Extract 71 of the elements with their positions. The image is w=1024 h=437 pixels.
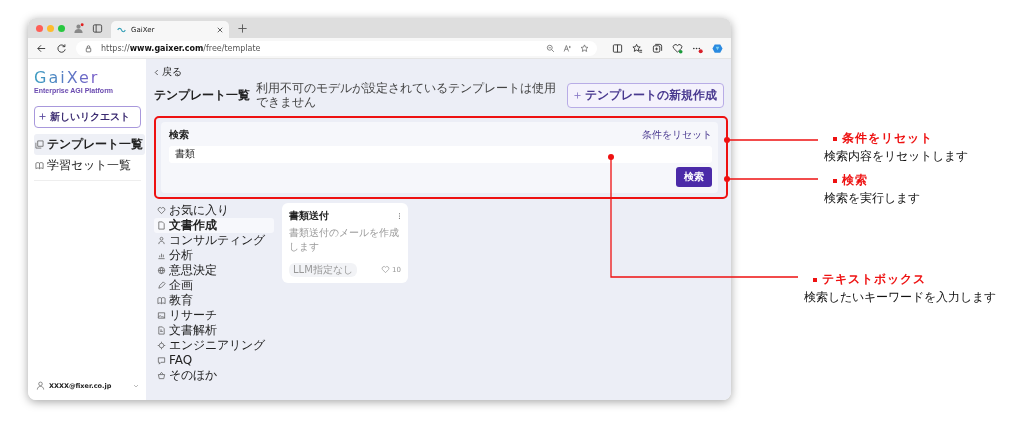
book-icon: [35, 160, 44, 170]
image-icon: [157, 310, 166, 320]
globe-icon: [157, 265, 166, 275]
tab-layout-icon[interactable]: [92, 22, 103, 34]
annotation-description: 検索したいキーワードを入力します: [804, 289, 996, 306]
new-tab-icon[interactable]: [237, 22, 248, 34]
pencil-icon: [157, 280, 166, 290]
annotation-title: テキストボックス: [822, 271, 926, 288]
category-item[interactable]: 教育: [154, 292, 274, 308]
search-field[interactable]: 書類: [169, 145, 712, 163]
bullet-icon: [813, 277, 817, 282]
chat-icon: [157, 355, 166, 365]
annotation-title: 検索: [842, 172, 868, 189]
basket-icon: [157, 370, 166, 380]
copilot-icon[interactable]: [712, 42, 723, 54]
back-link[interactable]: 戻る: [154, 65, 182, 79]
kebab-menu-icon[interactable]: [398, 211, 401, 220]
category-item[interactable]: そのほか: [154, 367, 274, 383]
plus-icon: [574, 92, 581, 100]
category-item[interactable]: 企画: [154, 277, 274, 293]
heart-icon: [157, 205, 166, 215]
document-icon: [157, 325, 166, 335]
zoom-out-icon[interactable]: [546, 43, 555, 53]
card-title: 書類送付: [289, 208, 329, 223]
favicon-icon: [117, 26, 126, 33]
heart-pulse-icon[interactable]: [672, 42, 683, 54]
close-window-button[interactable]: [36, 24, 43, 32]
chevron-left-icon: [154, 68, 159, 76]
reload-icon[interactable]: [56, 42, 67, 54]
page-note: 利用不可のモデルが設定されているテンプレートは使用できません: [256, 82, 557, 110]
category-item[interactable]: エンジニアリング: [154, 337, 274, 353]
search-title: 検索: [169, 127, 189, 142]
category-item[interactable]: コンサルティング: [154, 232, 274, 248]
category-item[interactable]: FAQ: [154, 352, 274, 368]
category-item[interactable]: リサーチ: [154, 307, 274, 323]
sidebar-item[interactable]: テンプレート一覧: [34, 133, 145, 155]
reset-link[interactable]: 条件をリセット: [642, 127, 712, 142]
address-bar[interactable]: https://www.gaixer.com/free/template: [76, 40, 597, 56]
plus-icon: [39, 113, 46, 121]
category-item[interactable]: お気に入り: [154, 202, 274, 218]
star-icon[interactable]: [580, 43, 589, 53]
person-icon: [157, 235, 166, 245]
category-item[interactable]: 意思決定: [154, 262, 274, 278]
chevron-down-icon: [133, 383, 139, 388]
category-item[interactable]: 文書解析: [154, 322, 274, 338]
bullet-icon: [833, 178, 837, 183]
card-description: 書類送付のメールを作成します: [289, 225, 400, 254]
bullet-icon: [833, 136, 837, 141]
page-title: テンプレート一覧: [154, 87, 250, 105]
back-icon[interactable]: [36, 42, 47, 54]
stack-icon: [35, 139, 44, 149]
close-tab-icon[interactable]: [217, 26, 223, 33]
profile-icon[interactable]: [73, 22, 84, 34]
collections-icon[interactable]: [652, 42, 663, 54]
split-screen-icon[interactable]: [612, 42, 623, 54]
annotation-description: 検索内容をリセットします: [824, 148, 968, 165]
category-item[interactable]: 分析: [154, 247, 274, 263]
book-icon: [157, 295, 166, 305]
search-button[interactable]: 検索: [676, 166, 712, 187]
read-aloud-icon[interactable]: [563, 43, 572, 53]
annotation-title: 条件をリセット: [842, 130, 933, 147]
document-icon: [157, 220, 166, 230]
person-icon: [36, 381, 45, 390]
category-item[interactable]: 文書作成: [154, 217, 274, 233]
sidebar-item[interactable]: 学習セット一覧: [34, 154, 145, 176]
create-template-button[interactable]: テンプレートの新規作成: [567, 83, 724, 109]
lock-icon: [84, 43, 93, 53]
new-request-button[interactable]: 新しいリクエスト: [34, 105, 141, 128]
favorites-icon[interactable]: [632, 42, 643, 54]
annotation-description: 検索を実行します: [824, 190, 920, 207]
model-tag: LLM指定なし: [289, 262, 357, 277]
